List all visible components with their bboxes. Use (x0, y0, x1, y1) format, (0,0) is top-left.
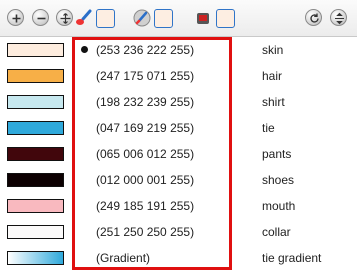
add-icon[interactable] (7, 9, 24, 26)
list-item[interactable]: (247 175 071 255) hair (0, 63, 357, 89)
list-item[interactable]: (012 000 001 255) shoes (0, 167, 357, 193)
color-swatch-icon[interactable] (96, 9, 115, 28)
color-name[interactable]: tie (262, 121, 275, 135)
current-color-bullet (81, 46, 88, 53)
color-name[interactable]: mouth (262, 199, 295, 213)
list-item[interactable]: (Gradient) tie gradient (0, 245, 357, 271)
color-chip[interactable] (7, 69, 64, 83)
color-chip[interactable] (7, 147, 64, 161)
color-value: (253 236 222 255) (96, 43, 195, 57)
color-name[interactable]: hair (262, 69, 282, 83)
list-item[interactable]: (249 185 191 255) mouth (0, 193, 357, 219)
color-value: (247 175 071 255) (96, 69, 195, 83)
color-name[interactable]: shoes (262, 173, 294, 187)
list-item[interactable]: (047 169 219 255) tie (0, 115, 357, 141)
color-chip[interactable] (7, 225, 64, 239)
refresh-icon[interactable] (305, 9, 322, 26)
color-chip[interactable] (7, 95, 64, 109)
pencil-icon[interactable] (133, 9, 151, 27)
move-icon[interactable] (56, 9, 73, 26)
brush-icon[interactable] (75, 9, 93, 27)
color-value: (198 232 239 255) (96, 95, 195, 109)
palette-toolbar (0, 0, 357, 37)
color-name[interactable]: pants (262, 147, 291, 161)
color-chip[interactable] (7, 251, 64, 265)
color-swatch-icon[interactable] (154, 9, 173, 28)
color-chip[interactable] (7, 43, 64, 57)
paint-bucket-icon[interactable] (194, 9, 212, 27)
color-value: (Gradient) (96, 251, 151, 265)
color-chip[interactable] (7, 121, 64, 135)
color-name[interactable]: collar (262, 225, 291, 239)
color-value: (249 185 191 255) (96, 199, 195, 213)
color-value: (047 169 219 255) (96, 121, 195, 135)
color-swatch-icon[interactable] (216, 9, 235, 28)
list-item[interactable]: (065 006 012 255) pants (0, 141, 357, 167)
color-chip[interactable] (7, 199, 64, 213)
color-name[interactable]: tie gradient (262, 251, 321, 265)
remove-icon[interactable] (32, 9, 49, 26)
color-value: (065 006 012 255) (96, 147, 195, 161)
color-name[interactable]: shirt (262, 95, 285, 109)
color-name[interactable]: skin (262, 43, 283, 57)
color-chip[interactable] (7, 173, 64, 187)
color-value: (251 250 250 255) (96, 225, 195, 239)
split-icon[interactable] (330, 9, 347, 26)
color-value: (012 000 001 255) (96, 173, 195, 187)
list-item[interactable]: (251 250 250 255) collar (0, 219, 357, 245)
list-item[interactable]: (198 232 239 255) shirt (0, 89, 357, 115)
list-item[interactable]: (253 236 222 255) skin (0, 37, 357, 63)
